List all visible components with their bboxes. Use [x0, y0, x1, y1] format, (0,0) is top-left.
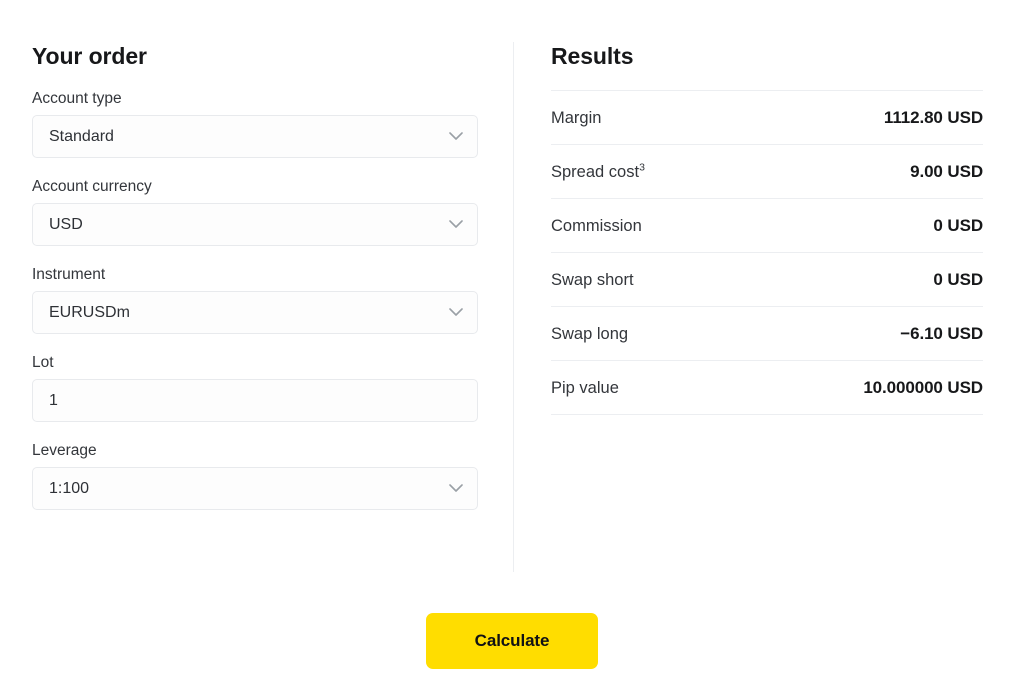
field-label-lot: Lot: [32, 354, 54, 371]
result-label-text-margin: Margin: [551, 108, 602, 127]
calculate-button[interactable]: Calculate: [426, 613, 598, 669]
field-label-instrument: Instrument: [32, 266, 106, 283]
field-instrument: Instrument EURUSDm: [32, 265, 478, 334]
result-label-text-swap-long: Swap long: [551, 324, 629, 343]
field-value-instrument: EURUSDm: [49, 303, 130, 321]
footnote-marker-spread-cost: 3: [639, 161, 645, 173]
order-fields-list: Account type Standard Account currency USD I…: [32, 89, 478, 510]
result-row-swap-short: Swap short 0 USD: [551, 253, 983, 307]
result-label-margin: Margin: [551, 107, 601, 129]
result-value-pip-value: 10.000000 USD: [863, 377, 983, 397]
result-label-spread-cost: Spread cost3: [551, 161, 645, 183]
field-value-leverage: 1:100: [49, 479, 90, 497]
field-account-currency: Account currency USD: [32, 177, 478, 246]
result-value-commission: 0 USD: [933, 215, 983, 235]
field-value-account-currency: USD: [49, 215, 83, 233]
column-divider: [513, 42, 514, 572]
field-leverage: Leverage 1:100: [32, 441, 478, 510]
result-row-pip-value: Pip value 10.000000 USD: [551, 361, 983, 415]
result-row-commission: Commission 0 USD: [551, 199, 983, 253]
chevron-down-icon[interactable]: [443, 203, 469, 246]
chevron-down-icon[interactable]: [443, 467, 469, 510]
results-panel-title: Results: [551, 43, 634, 69]
field-label-account-type: Account type: [32, 90, 122, 107]
field-label-leverage: Leverage: [32, 442, 97, 459]
result-row-margin: Margin 1112.80 USD: [551, 91, 983, 145]
field-value-account-type: Standard: [49, 127, 114, 145]
field-label-account-currency: Account currency: [32, 178, 152, 195]
field-lot: Lot 1: [32, 353, 478, 422]
input-lot[interactable]: 1: [32, 379, 478, 422]
select-leverage[interactable]: 1:100: [32, 467, 478, 510]
field-account-type: Account type Standard: [32, 89, 478, 158]
results-panel: Results Margin 1112.80 USD Spread cost3 9.0…: [551, 42, 983, 415]
select-account-currency[interactable]: USD: [32, 203, 478, 246]
result-label-commission: Commission: [551, 215, 642, 237]
result-label-swap-long: Swap long: [551, 323, 628, 345]
result-label-text-spread-cost: Spread cost: [551, 162, 640, 181]
order-panel: Your order Account type Standard Account c…: [32, 42, 478, 510]
result-label-text-swap-short: Swap short: [551, 270, 634, 289]
result-value-margin: 1112.80 USD: [883, 107, 983, 127]
result-label-swap-short: Swap short: [551, 269, 634, 291]
result-value-swap-long: −6.10 USD: [900, 323, 983, 343]
result-label-text-commission: Commission: [551, 216, 642, 235]
result-value-swap-short: 0 USD: [933, 269, 983, 289]
result-label-text-pip-value: Pip value: [551, 378, 619, 397]
result-row-swap-long: Swap long −6.10 USD: [551, 307, 983, 361]
select-instrument[interactable]: EURUSDm: [32, 291, 478, 334]
select-account-type[interactable]: Standard: [32, 115, 478, 158]
chevron-down-icon[interactable]: [443, 115, 469, 158]
results-table: Margin 1112.80 USD Spread cost3 9.00 USD Com…: [551, 90, 983, 415]
calculator-page: Your order Account type Standard Account c…: [0, 0, 1024, 694]
order-panel-title: Your order: [32, 43, 147, 69]
action-bar: Calculate: [0, 613, 1024, 669]
field-value-lot: 1: [49, 391, 58, 409]
result-label-pip-value: Pip value: [551, 377, 619, 399]
result-row-spread-cost: Spread cost3 9.00 USD: [551, 145, 983, 199]
result-value-spread-cost: 9.00 USD: [910, 161, 983, 181]
chevron-down-icon[interactable]: [443, 291, 469, 334]
calculator-columns: Your order Account type Standard Account c…: [0, 0, 1024, 580]
